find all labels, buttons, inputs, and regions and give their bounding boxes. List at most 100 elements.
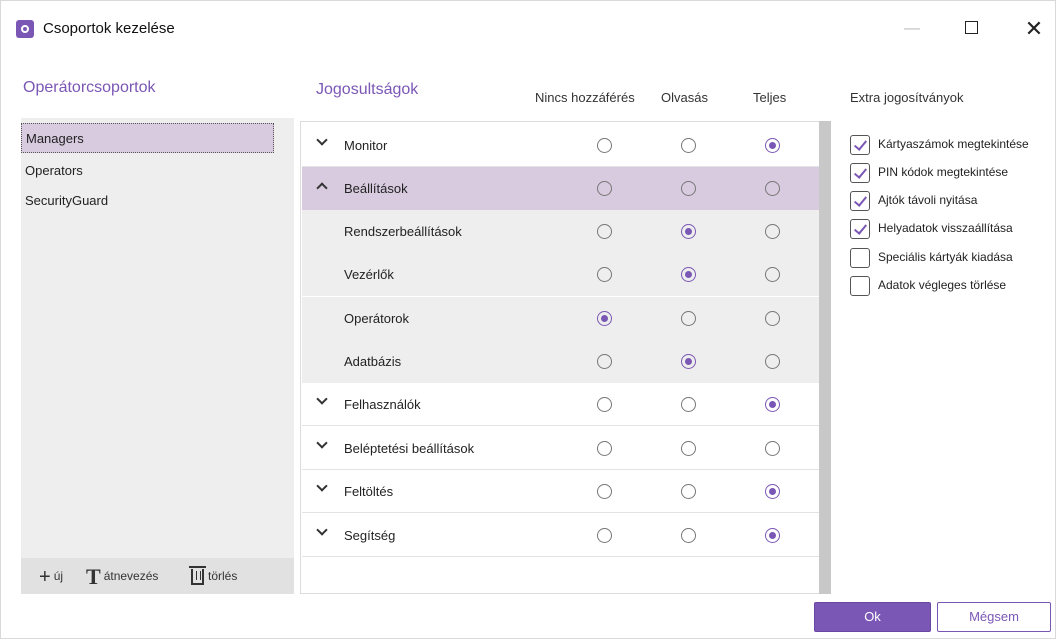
chevron-down-icon[interactable] bbox=[316, 482, 328, 494]
ok-button[interactable]: Ok bbox=[814, 602, 931, 632]
rename-group-button[interactable]: Tátnevezés bbox=[86, 558, 158, 594]
extra-label: Speciális kártyák kiadása bbox=[878, 250, 1013, 264]
perm-row-felhasznalok[interactable]: Felhasználók bbox=[302, 383, 819, 426]
chevron-down-icon[interactable] bbox=[316, 136, 328, 148]
group-list: Managers Operators SecurityGuard + új Tát… bbox=[21, 118, 294, 594]
extra-label: PIN kódok megtekintése bbox=[878, 165, 1009, 179]
radio-full[interactable] bbox=[765, 224, 780, 239]
radio-read[interactable] bbox=[681, 397, 696, 412]
window-title: Csoportok kezelése bbox=[43, 20, 175, 37]
radio-full[interactable] bbox=[765, 267, 780, 282]
delete-label: törlés bbox=[208, 569, 238, 583]
extra-label: Adatok végleges törlése bbox=[878, 278, 1007, 292]
groups-dialog: Csoportok kezelése — ✕ Operátorcsoportok… bbox=[0, 0, 1056, 639]
checkbox[interactable] bbox=[850, 163, 870, 183]
perm-label: Vezérlők bbox=[344, 267, 394, 282]
radio-read[interactable] bbox=[681, 138, 696, 153]
plus-icon: + bbox=[39, 565, 51, 588]
perm-row-vezerlok[interactable]: Vezérlők bbox=[302, 253, 819, 296]
perm-label: Segítség bbox=[344, 528, 396, 543]
chevron-up-icon[interactable] bbox=[316, 179, 328, 191]
new-group-button[interactable]: + új bbox=[39, 558, 63, 594]
radio-full[interactable] bbox=[765, 397, 780, 412]
checkbox[interactable] bbox=[850, 191, 870, 211]
delete-group-button[interactable]: törlés bbox=[189, 558, 238, 594]
perm-row-beallitasok[interactable]: Beállítások bbox=[302, 167, 819, 210]
app-icon bbox=[16, 20, 34, 38]
permissions-header: Jogosultságok bbox=[316, 81, 419, 98]
radio-no-access[interactable] bbox=[597, 484, 612, 499]
extra-label: Ajtók távoli nyitása bbox=[878, 193, 978, 207]
perm-row-rendszerbeallitasok[interactable]: Rendszerbeállítások bbox=[302, 210, 819, 253]
perm-row-adatbazis[interactable]: Adatbázis bbox=[302, 340, 819, 383]
perm-label: Beléptetési beállítások bbox=[344, 441, 475, 456]
column-header-none: Nincs hozzáférés bbox=[535, 90, 635, 105]
groups-header: Operátorcsoportok bbox=[23, 79, 156, 96]
perm-label: Felhasználók bbox=[344, 397, 421, 412]
group-item-operators[interactable]: Operators bbox=[21, 156, 274, 186]
perm-row-monitor[interactable]: Monitor bbox=[302, 124, 819, 167]
perm-label: Rendszerbeállítások bbox=[344, 224, 462, 239]
radio-no-access[interactable] bbox=[597, 267, 612, 282]
perm-label: Adatbázis bbox=[344, 354, 402, 369]
perm-label: Feltöltés bbox=[344, 484, 394, 499]
radio-read[interactable] bbox=[681, 267, 696, 282]
chevron-down-icon[interactable] bbox=[316, 395, 328, 407]
radio-full[interactable] bbox=[765, 441, 780, 456]
checkbox[interactable] bbox=[850, 135, 870, 155]
chevron-down-icon[interactable] bbox=[316, 526, 328, 538]
radio-no-access[interactable] bbox=[597, 397, 612, 412]
title-bar: Csoportok kezelése — ✕ bbox=[1, 1, 1056, 59]
maximize-button[interactable] bbox=[956, 17, 986, 41]
radio-no-access[interactable] bbox=[597, 441, 612, 456]
perm-row-segitseg[interactable]: Segítség bbox=[302, 514, 819, 557]
radio-no-access[interactable] bbox=[597, 528, 612, 543]
perm-label: Beállítások bbox=[344, 181, 408, 196]
extra-label: Helyadatok visszaállítása bbox=[878, 221, 1013, 235]
group-toolbar: + új Tátnevezés törlés bbox=[21, 558, 294, 594]
radio-full[interactable] bbox=[765, 484, 780, 499]
radio-no-access[interactable] bbox=[597, 181, 612, 196]
extra-header: Extra jogosítványok bbox=[850, 90, 964, 105]
radio-read[interactable] bbox=[681, 441, 696, 456]
checkbox[interactable] bbox=[850, 219, 870, 239]
chevron-down-icon[interactable] bbox=[316, 439, 328, 451]
radio-read[interactable] bbox=[681, 484, 696, 499]
perm-label: Operátorok bbox=[344, 311, 410, 326]
perm-row-beleptetesi-beallitasok[interactable]: Beléptetési beállítások bbox=[302, 427, 819, 470]
perm-label: Monitor bbox=[344, 138, 388, 153]
maximize-icon bbox=[964, 21, 978, 35]
close-button[interactable]: ✕ bbox=[1019, 17, 1049, 41]
permissions-scrollbar[interactable] bbox=[819, 121, 831, 594]
extra-label: Kártyaszámok megtekintése bbox=[878, 137, 1029, 151]
column-header-read: Olvasás bbox=[661, 90, 708, 105]
radio-read[interactable] bbox=[681, 224, 696, 239]
rename-label: átnevezés bbox=[103, 569, 159, 583]
perm-row-operatorok[interactable]: Operátorok bbox=[302, 297, 819, 340]
checkbox[interactable] bbox=[850, 276, 870, 296]
minimize-button[interactable]: — bbox=[897, 17, 927, 41]
permissions-table: Monitor Beállítások Rendszerbeállítások … bbox=[300, 121, 820, 594]
cancel-button[interactable]: Mégsem bbox=[937, 602, 1051, 632]
radio-full[interactable] bbox=[765, 138, 780, 153]
radio-no-access[interactable] bbox=[597, 354, 612, 369]
radio-read[interactable] bbox=[681, 311, 696, 326]
group-item-managers[interactable]: Managers bbox=[21, 123, 274, 153]
new-label: új bbox=[53, 569, 64, 583]
radio-no-access[interactable] bbox=[597, 138, 612, 153]
column-header-full: Teljes bbox=[753, 90, 787, 105]
perm-row-feltoltes[interactable]: Feltöltés bbox=[302, 470, 819, 513]
radio-no-access[interactable] bbox=[597, 311, 612, 326]
radio-read[interactable] bbox=[681, 181, 696, 196]
radio-full[interactable] bbox=[765, 528, 780, 543]
radio-full[interactable] bbox=[765, 354, 780, 369]
text-icon: T bbox=[86, 563, 101, 589]
trash-icon bbox=[189, 565, 206, 585]
radio-read[interactable] bbox=[681, 528, 696, 543]
radio-full[interactable] bbox=[765, 181, 780, 196]
radio-read[interactable] bbox=[681, 354, 696, 369]
radio-full[interactable] bbox=[765, 311, 780, 326]
checkbox[interactable] bbox=[850, 248, 870, 268]
radio-no-access[interactable] bbox=[597, 224, 612, 239]
group-item-securityguard[interactable]: SecurityGuard bbox=[21, 186, 274, 216]
